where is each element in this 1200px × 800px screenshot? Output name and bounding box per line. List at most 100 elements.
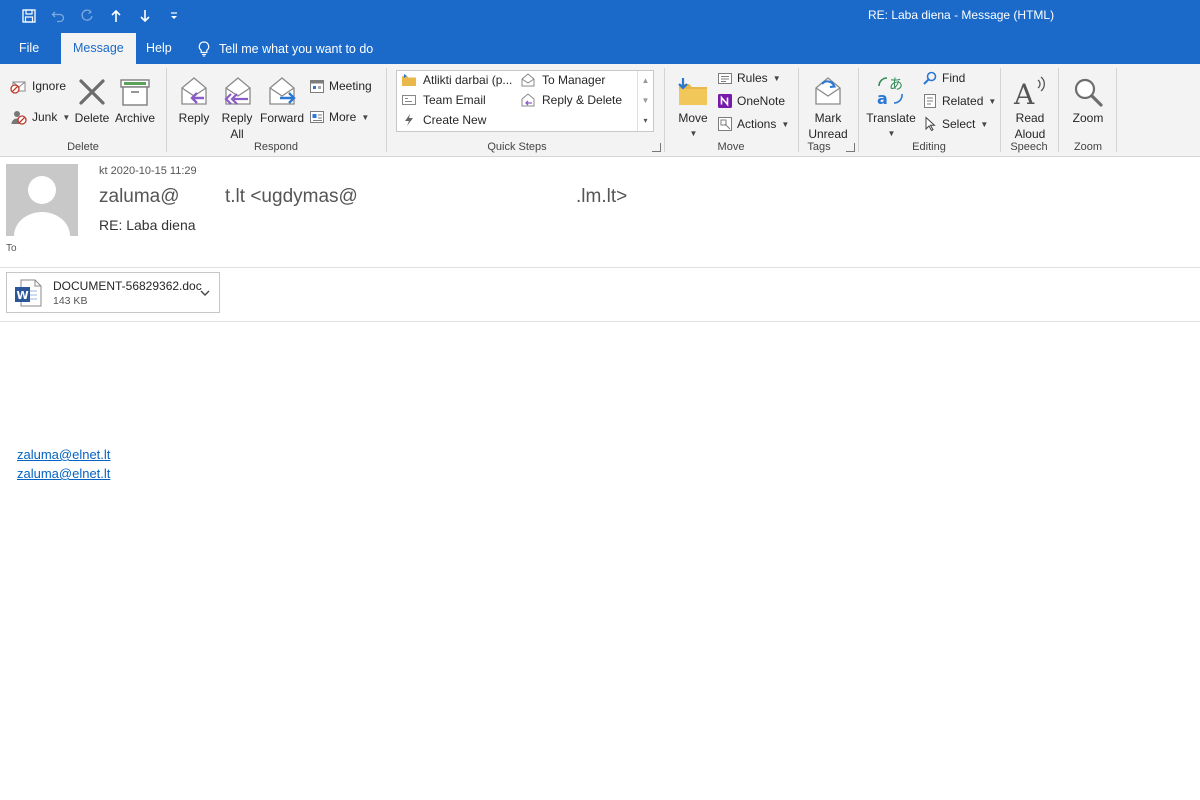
rules-icon: [718, 73, 732, 84]
gallery-expand-icon[interactable]: ▾: [638, 111, 653, 131]
zoom-group-label: Zoom: [1073, 141, 1103, 153]
more-respond-button[interactable]: More ▼: [309, 107, 369, 127]
arrow-up-icon: [110, 9, 121, 22]
find-icon: [923, 71, 937, 85]
customize-toolbar-button[interactable]: [159, 5, 188, 27]
more-dropdown-icon: ▼: [361, 112, 370, 122]
archive-button[interactable]: Archive: [114, 68, 156, 126]
ignore-button[interactable]: Ignore: [10, 76, 66, 96]
next-item-button[interactable]: [130, 5, 159, 27]
previous-item-button[interactable]: [101, 5, 130, 27]
onenote-button[interactable]: OneNote: [717, 91, 785, 111]
reply-all-button[interactable]: Reply All: [218, 68, 256, 142]
meeting-icon: [310, 80, 324, 93]
redo-button[interactable]: [72, 5, 101, 27]
more-icon: [310, 111, 324, 123]
tags-group-label: Tags: [807, 141, 831, 153]
attachment-size: 143 KB: [53, 295, 88, 307]
ribbon: Ignore Junk ▼ Delete Archive Delete Reply…: [0, 64, 1200, 157]
word-document-icon: W: [13, 278, 43, 313]
ribbon-separator: [1000, 68, 1001, 152]
actions-button[interactable]: Actions ▼: [717, 114, 789, 134]
move-group-label: Move: [717, 141, 745, 153]
reply-icon: [178, 68, 210, 108]
quick-steps-scrollbar[interactable]: ▲ ▼ ▾: [637, 71, 653, 131]
delete-button[interactable]: Delete: [74, 68, 110, 126]
svg-text:a: a: [877, 89, 888, 108]
quick-access-toolbar: [14, 5, 188, 27]
junk-button[interactable]: Junk ▼: [10, 107, 70, 127]
quick-step-create-new[interactable]: Create New: [401, 113, 486, 127]
reply-button[interactable]: Reply: [176, 68, 212, 126]
scroll-down-icon[interactable]: ▼: [638, 91, 653, 111]
translate-icon: aあ: [875, 68, 907, 108]
ribbon-separator: [166, 68, 167, 152]
sender-part-3: .lm.lt>: [576, 186, 628, 207]
forward-icon: [266, 68, 298, 108]
related-button[interactable]: Related ▼: [922, 91, 996, 111]
sender-avatar: [6, 164, 78, 236]
to-label: To: [6, 243, 17, 254]
arrow-down-icon: [139, 10, 150, 23]
quick-step-reply-delete[interactable]: Reply & Delete: [520, 93, 622, 107]
tab-file[interactable]: File: [19, 33, 39, 64]
undo-button[interactable]: [43, 5, 72, 27]
attachment-dropdown-button[interactable]: [199, 286, 211, 304]
rules-dropdown-icon: ▼: [772, 73, 781, 83]
scroll-up-icon[interactable]: ▲: [638, 71, 653, 91]
sender-part-1: zaluma@: [99, 186, 180, 207]
find-button[interactable]: Find: [922, 68, 965, 88]
respond-group-label: Respond: [253, 141, 299, 153]
quick-step-to-manager[interactable]: To Manager: [520, 73, 605, 87]
ribbon-separator: [664, 68, 665, 152]
team-email-icon: [402, 95, 416, 105]
reply-delete-icon: [521, 93, 535, 107]
quick-step-team-email[interactable]: Team Email: [401, 93, 486, 107]
svg-text:あ: あ: [889, 77, 903, 93]
customize-dropdown-icon: [170, 12, 177, 19]
move-button[interactable]: Move ▼: [674, 68, 712, 142]
delete-icon: [76, 68, 108, 108]
folder-move-icon: [402, 74, 416, 86]
person-placeholder-icon: [14, 176, 70, 236]
select-dropdown-icon: ▼: [980, 119, 989, 129]
save-icon: [21, 9, 36, 23]
lightning-icon: [405, 114, 413, 126]
quick-steps-group-label: Quick Steps: [487, 141, 547, 153]
quick-step-atlikti-darbai[interactable]: Atlikti darbai (p...: [401, 73, 512, 87]
chevron-down-icon: [200, 290, 210, 296]
quick-steps-launcher-icon[interactable]: [652, 143, 661, 152]
forward-button[interactable]: Forward: [259, 68, 305, 126]
read-aloud-button[interactable]: A Read Aloud: [1008, 68, 1052, 142]
tell-me-search[interactable]: Tell me what you want to do: [198, 33, 373, 64]
cursor-icon: [925, 116, 936, 132]
ribbon-separator: [1116, 68, 1117, 152]
body-email-link[interactable]: zaluma@elnet.lt: [17, 466, 110, 481]
meeting-button[interactable]: Meeting: [309, 76, 372, 96]
editing-group-label: Editing: [912, 141, 946, 153]
related-icon: [924, 94, 936, 108]
ribbon-tabs: File Message Help Tell me what you want …: [0, 33, 1200, 64]
attachment-divider: [0, 321, 1200, 322]
rules-button[interactable]: Rules ▼: [717, 68, 781, 88]
tab-help[interactable]: Help: [146, 33, 172, 64]
attachment-card[interactable]: W DOCUMENT-56829362.doc 143 KB: [6, 272, 220, 313]
zoom-button[interactable]: Zoom: [1066, 68, 1110, 126]
title-bar: RE: Laba diena - Message (HTML): [0, 0, 1200, 33]
save-button[interactable]: [14, 5, 43, 27]
select-button[interactable]: Select ▼: [922, 114, 988, 134]
translate-button[interactable]: aあ Translate ▼: [866, 68, 916, 142]
message-subject: RE: Laba diena: [99, 217, 196, 233]
sent-date: kt 2020-10-15 11:29: [99, 165, 197, 177]
undo-icon: [51, 11, 64, 23]
tab-message[interactable]: Message: [61, 33, 136, 64]
mark-unread-button[interactable]: Mark Unread: [806, 68, 850, 142]
to-manager-icon: [521, 73, 535, 87]
tags-launcher-icon[interactable]: [846, 143, 855, 152]
tell-me-placeholder: Tell me what you want to do: [219, 41, 374, 56]
ribbon-separator: [386, 68, 387, 152]
redo-icon: [80, 9, 93, 21]
quick-steps-gallery: Atlikti darbai (p... To Manager Team Ema…: [396, 70, 654, 132]
body-email-link[interactable]: zaluma@elnet.lt: [17, 447, 110, 462]
sender-part-2: t.lt <ugdymas@: [225, 186, 358, 207]
